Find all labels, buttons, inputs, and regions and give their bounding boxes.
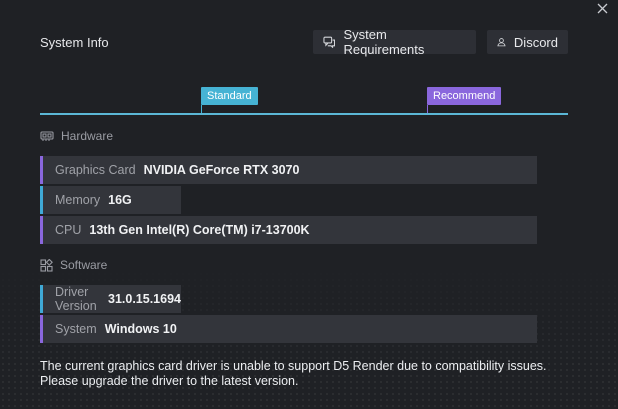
recommend-marker: Recommend — [427, 87, 502, 113]
notice-line-2: Please upgrade the driver to the latest … — [40, 374, 299, 388]
compatibility-notice: The current graphics card driver is unab… — [40, 359, 580, 389]
standard-marker-stem — [201, 105, 202, 113]
recommend-indicator — [40, 315, 43, 343]
system-requirements-label: System Requirements — [343, 27, 425, 57]
graphics-card-value: NVIDIA GeForce RTX 3070 — [143, 163, 300, 177]
performance-scale-line — [40, 113, 568, 115]
chat-bubbles-icon — [323, 36, 336, 48]
recommend-marker-stem — [427, 105, 428, 113]
cpu-value: 13th Gen Intel(R) Core(TM) i7-13700K — [89, 223, 310, 237]
gpu-card-icon — [40, 131, 54, 141]
graphics-card-row: Graphics Card NVIDIA GeForce RTX 3070 — [40, 156, 537, 184]
standard-marker: Standard — [201, 87, 258, 113]
user-icon — [497, 38, 506, 47]
system-requirements-button[interactable]: System Requirements — [313, 27, 476, 57]
standard-marker-label: Standard — [207, 90, 252, 102]
standard-indicator — [40, 186, 43, 214]
notice-line-1: The current graphics card driver is unab… — [40, 359, 547, 373]
driver-version-value: 31.0.15.1694 — [108, 292, 181, 306]
discord-label: Discord — [513, 34, 558, 50]
recommend-indicator — [40, 156, 43, 184]
memory-row: Memory 16G — [40, 186, 181, 214]
software-heading-label: Software — [60, 258, 108, 272]
page-title: System Info — [40, 35, 109, 50]
driver-version-row: Driver Version 31.0.15.1694 — [40, 285, 181, 313]
cpu-row: CPU 13th Gen Intel(R) Core(TM) i7-13700K — [40, 216, 537, 244]
recommend-indicator — [40, 216, 43, 244]
hardware-section-heading: Hardware — [40, 129, 113, 143]
software-section-heading: Software — [40, 258, 107, 272]
system-label: System — [55, 322, 97, 336]
cpu-label: CPU — [55, 223, 82, 237]
apps-grid-icon — [40, 258, 53, 272]
system-row: System Windows 10 — [40, 315, 537, 343]
recommend-marker-label: Recommend — [433, 90, 496, 102]
close-icon — [597, 3, 607, 13]
standard-indicator — [40, 285, 43, 313]
driver-version-label: Driver Version — [55, 285, 97, 313]
graphics-card-label: Graphics Card — [55, 163, 136, 177]
hardware-heading-label: Hardware — [61, 129, 114, 143]
memory-value: 16G — [108, 193, 132, 207]
close-button[interactable] — [594, 0, 610, 16]
memory-label: Memory — [55, 193, 101, 207]
discord-button[interactable]: Discord — [487, 30, 568, 54]
system-value: Windows 10 — [104, 322, 177, 336]
